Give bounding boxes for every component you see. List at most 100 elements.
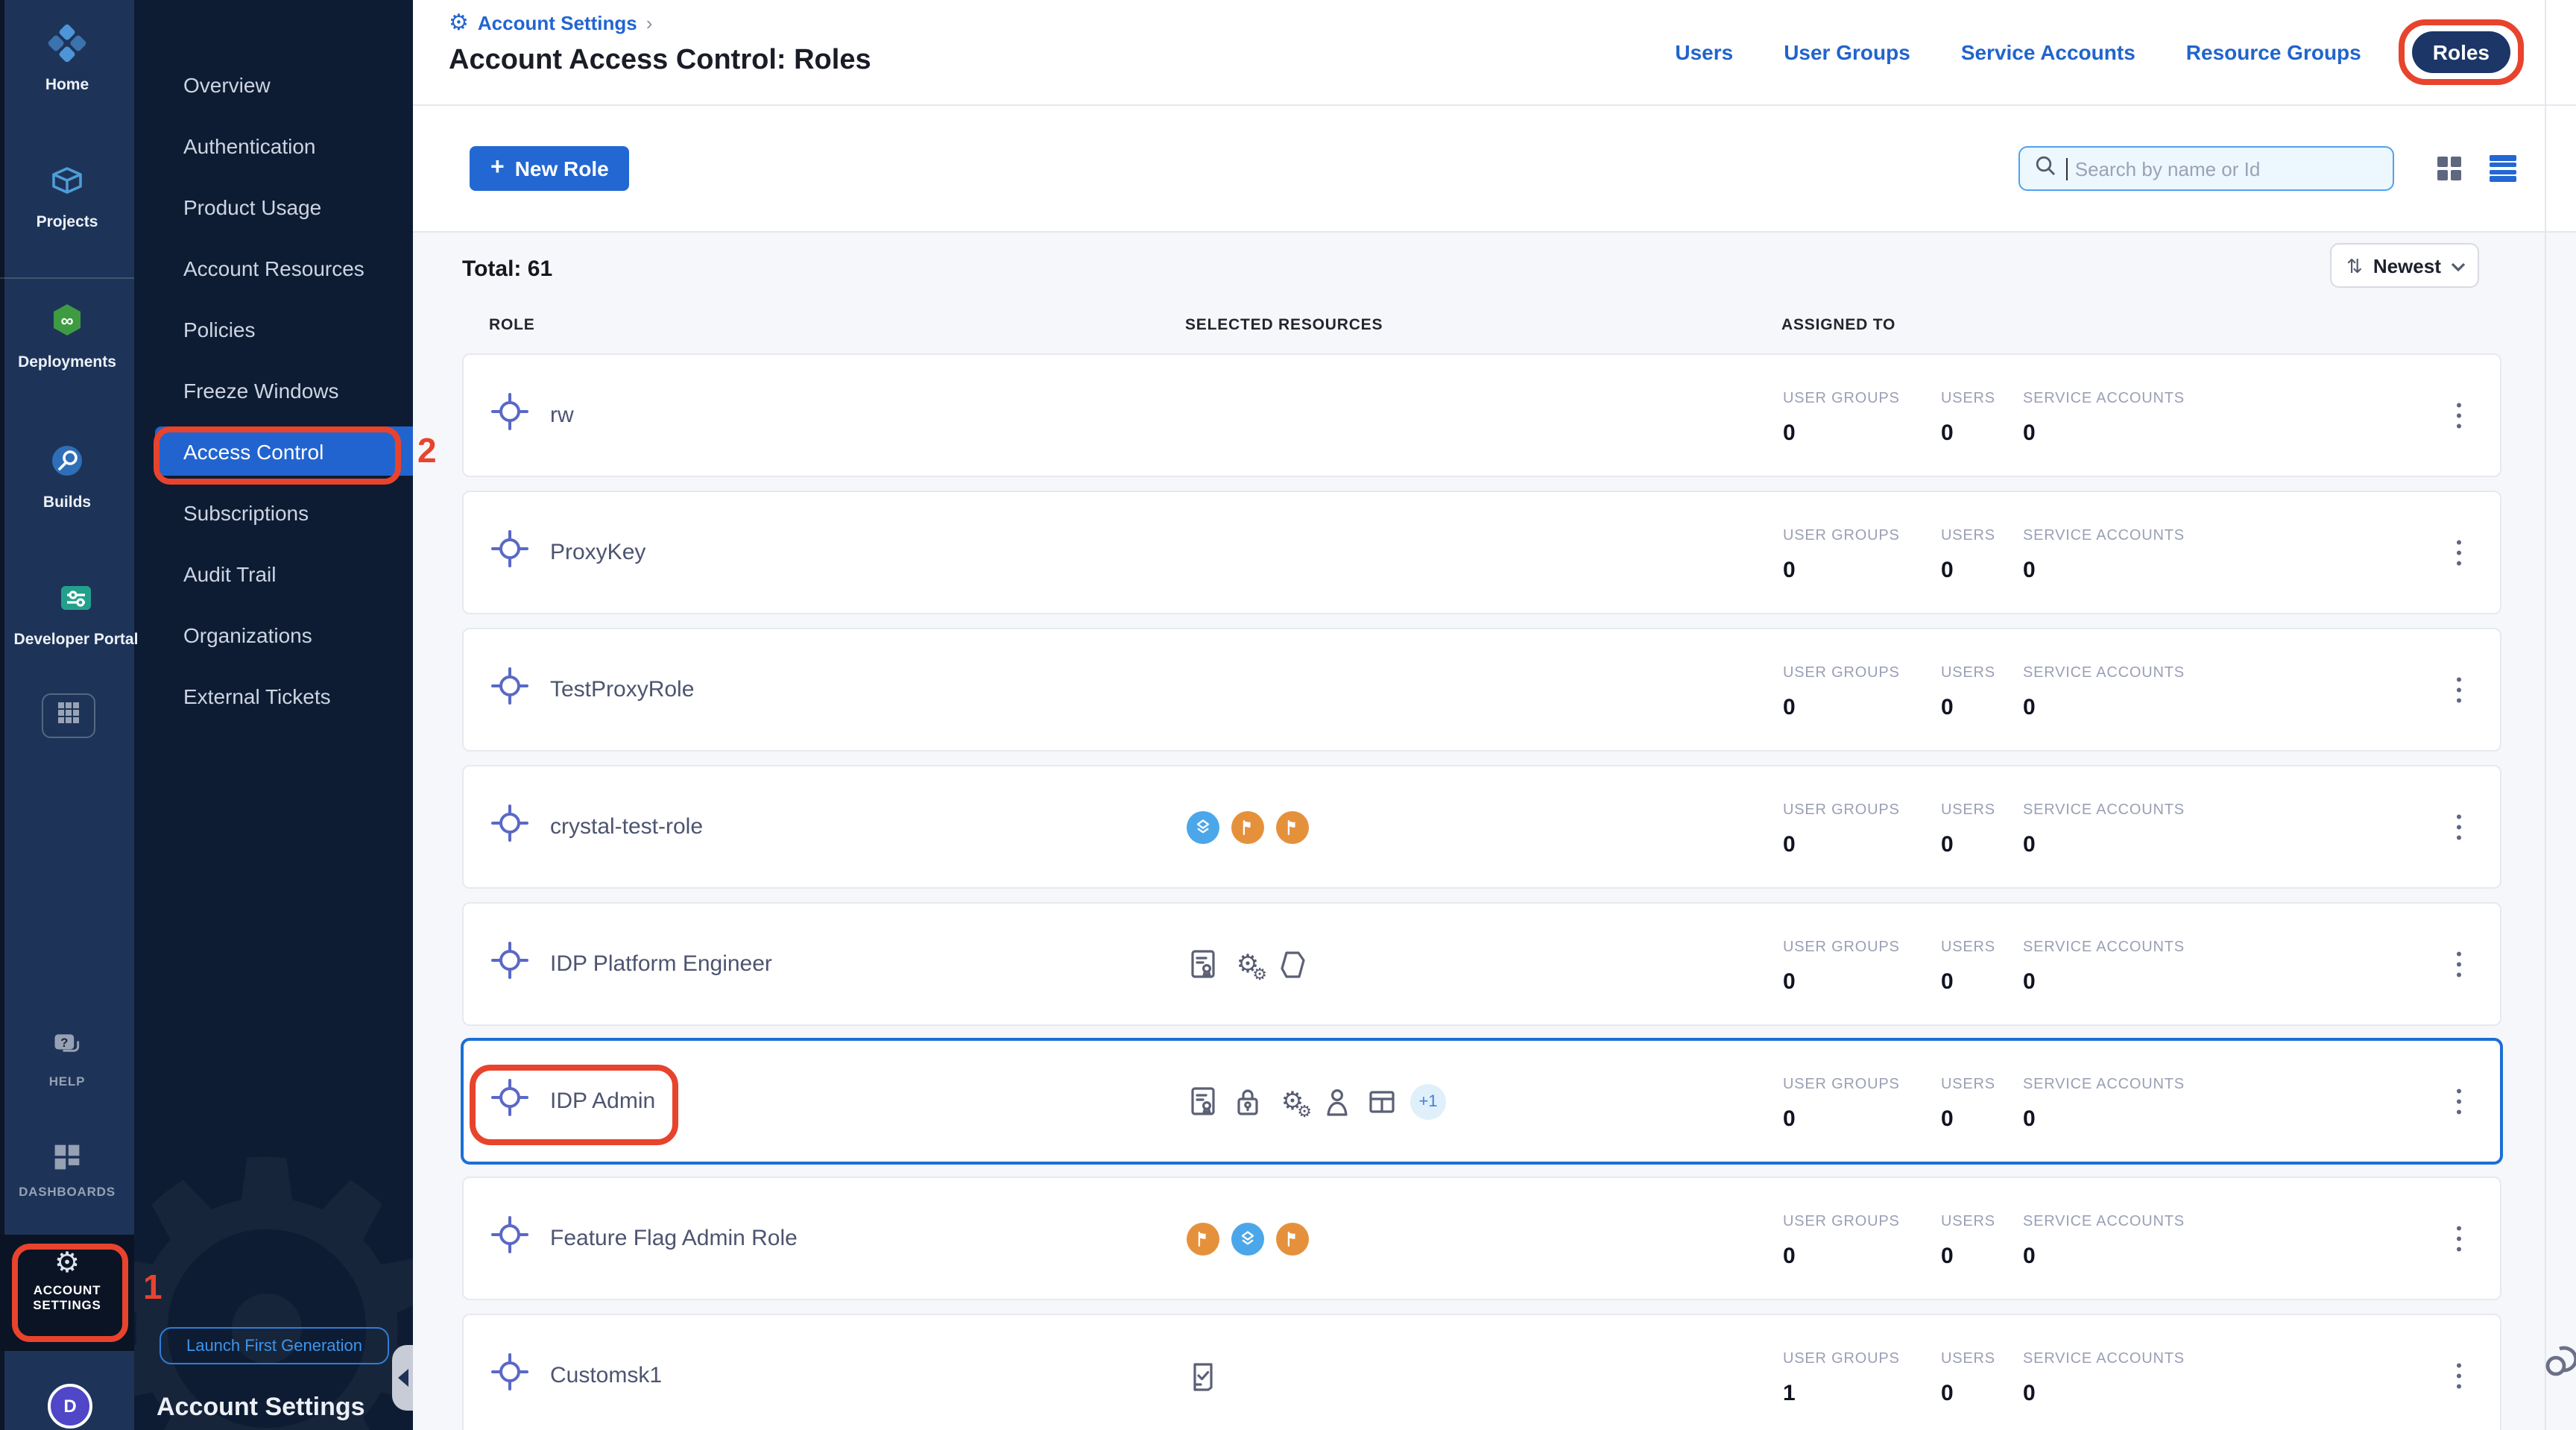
plus-icon: + [490,157,505,180]
role-card[interactable]: crystal-test-role USER GROUPS 0 USERS 0 … [462,765,2501,889]
service-accounts-label: SERVICE ACCOUNTS [2023,665,2185,681]
rail-item-projects[interactable]: Projects [0,161,134,231]
users-label: USERS [1941,665,1995,681]
breadcrumb-link[interactable]: Account Settings [478,12,637,34]
template-icon [1276,948,1309,980]
launch-first-generation-button[interactable]: Launch First Generation [160,1327,389,1364]
users-count: 0 [1941,1244,1954,1269]
scrollbar-track[interactable] [2545,0,2546,1430]
sidebar-item-external-tickets[interactable]: External Tickets [134,665,413,726]
user-groups-count: 0 [1783,1106,1796,1132]
rail-item-help[interactable]: ? HELP [0,1029,134,1090]
sidebar-item-policies[interactable]: Policies [134,298,413,359]
environments-icon [1231,1222,1264,1255]
tab-roles[interactable]: Roles [2412,31,2510,73]
service-accounts-count: 0 [2023,558,2036,583]
breadcrumb: ⚙ Account Settings › [449,12,652,34]
rail-item-builds[interactable]: Builds [0,441,134,511]
account-settings-sidebar: ⚙ Overview Authentication Product Usage … [134,0,413,1430]
help-icon: ? [51,1029,83,1069]
selected-resources [1187,1222,1309,1255]
role-card[interactable]: rw USER GROUPS 0 USERS 0 SERVICE ACCOUNT… [462,353,2501,477]
user-icon [1321,1085,1354,1118]
row-actions-menu[interactable] [2450,1220,2467,1258]
role-card[interactable]: IDP Platform Engineer ⚙⚙ USER GROUPS 0 U… [462,902,2501,1026]
modules-grid-button[interactable] [42,693,95,738]
search-box [2018,146,2394,191]
role-card[interactable]: IDP Admin ⚙⚙+1 USER GROUPS 0 USERS 0 SER… [462,1039,2501,1163]
user-avatar[interactable]: D [48,1384,92,1429]
role-card[interactable]: Feature Flag Admin Role USER GROUPS 0 US… [462,1177,2501,1300]
sidebar-item-organizations[interactable]: Organizations [134,604,413,665]
breadcrumb-gear-icon: ⚙ [449,12,469,34]
user-groups-label: USER GROUPS [1783,665,1900,681]
svg-text:∞: ∞ [60,311,73,331]
users-label: USERS [1941,391,1995,407]
role-crosshair-icon [490,804,529,850]
new-role-button[interactable]: + New Role [470,146,630,191]
rail-item-home[interactable]: Home [0,24,134,94]
sidebar-item-overview[interactable]: Overview [134,54,413,115]
rail-divider [0,277,134,279]
service-accounts-count: 0 [2023,969,2036,995]
users-label: USERS [1941,939,1995,956]
feature-flags-icon [1276,810,1309,843]
selected-resources: ⚙⚙+1 [1187,1083,1446,1119]
developer-portal-icon [57,579,95,625]
feature-flags-icon [1231,810,1264,843]
rail-label-builds: Builds [43,494,91,511]
role-crosshair-icon [490,941,529,987]
rail-item-dashboards[interactable]: DASHBOARDS [0,1142,134,1200]
users-count: 0 [1941,558,1954,583]
user-groups-count: 0 [1783,558,1796,583]
role-cell: rw [490,355,574,476]
role-card[interactable]: Customsk1 USER GROUPS 1 USERS 0 SERVICE … [462,1314,2501,1430]
clipboard-check-icon [1187,1359,1219,1392]
sidebar-item-subscriptions[interactable]: Subscriptions [134,482,413,543]
support-chat-icon[interactable] [2540,1336,2576,1394]
rail-label-home: Home [45,76,89,94]
tab-users[interactable]: Users [1675,40,1733,64]
row-actions-menu[interactable] [2450,945,2467,983]
rail-item-developer-portal[interactable]: Developer Portal [0,579,152,649]
grid-view-icon [2436,155,2463,182]
users-label: USERS [1941,1214,1995,1230]
rail-item-account-settings[interactable]: ⚙ ACCOUNT SETTINGS [0,1250,134,1313]
sort-dropdown[interactable]: ⇅ Newest [2330,243,2479,288]
service-accounts-count: 0 [2023,1106,2036,1132]
sidebar-collapse-handle[interactable] [392,1345,413,1411]
row-actions-menu[interactable] [2450,671,2467,709]
grid-view-button[interactable] [2436,155,2463,182]
role-cell: crystal-test-role [490,766,703,887]
column-selected-resources: SELECTED RESOURCES [1185,316,1383,334]
sidebar-item-access-control[interactable]: Access Control [155,426,413,476]
user-groups-label: USER GROUPS [1783,1077,1900,1093]
user-groups-count: 0 [1783,969,1796,995]
role-card[interactable]: ProxyKey USER GROUPS 0 USERS 0 SERVICE A… [462,491,2501,614]
search-input[interactable] [2072,156,2378,181]
role-card[interactable]: TestProxyRole USER GROUPS 0 USERS 0 SERV… [462,628,2501,752]
rail-label-dashboards: DASHBOARDS [19,1185,116,1200]
tab-user-groups[interactable]: User Groups [1784,40,1910,64]
row-actions-menu[interactable] [2450,1357,2467,1395]
users-count: 0 [1941,1106,1954,1132]
row-actions-menu[interactable] [2450,534,2467,572]
sidebar-item-authentication[interactable]: Authentication [134,115,413,176]
sidebar-item-product-usage[interactable]: Product Usage [134,176,413,237]
role-crosshair-icon [490,1352,529,1399]
tab-service-accounts[interactable]: Service Accounts [1961,40,2135,64]
gears-icon: ⚙⚙ [1276,1085,1309,1118]
sidebar-item-account-resources[interactable]: Account Resources [134,237,413,298]
sidebar-item-freeze-windows[interactable]: Freeze Windows [134,359,413,421]
row-actions-menu[interactable] [2450,808,2467,846]
page-header: ⚙ Account Settings › Account Access Cont… [413,0,2576,106]
row-actions-menu[interactable] [2450,1083,2467,1121]
row-actions-menu[interactable] [2450,397,2467,435]
file-certificate-icon [1187,1085,1219,1118]
sidebar-item-audit-trail[interactable]: Audit Trail [134,543,413,604]
column-assigned-to: ASSIGNED TO [1781,316,1895,334]
list-view-button[interactable] [2490,155,2516,182]
service-accounts-label: SERVICE ACCOUNTS [2023,1351,2185,1367]
rail-item-deployments[interactable]: ∞ Deployments [0,301,134,371]
tab-resource-groups[interactable]: Resource Groups [2186,40,2361,64]
